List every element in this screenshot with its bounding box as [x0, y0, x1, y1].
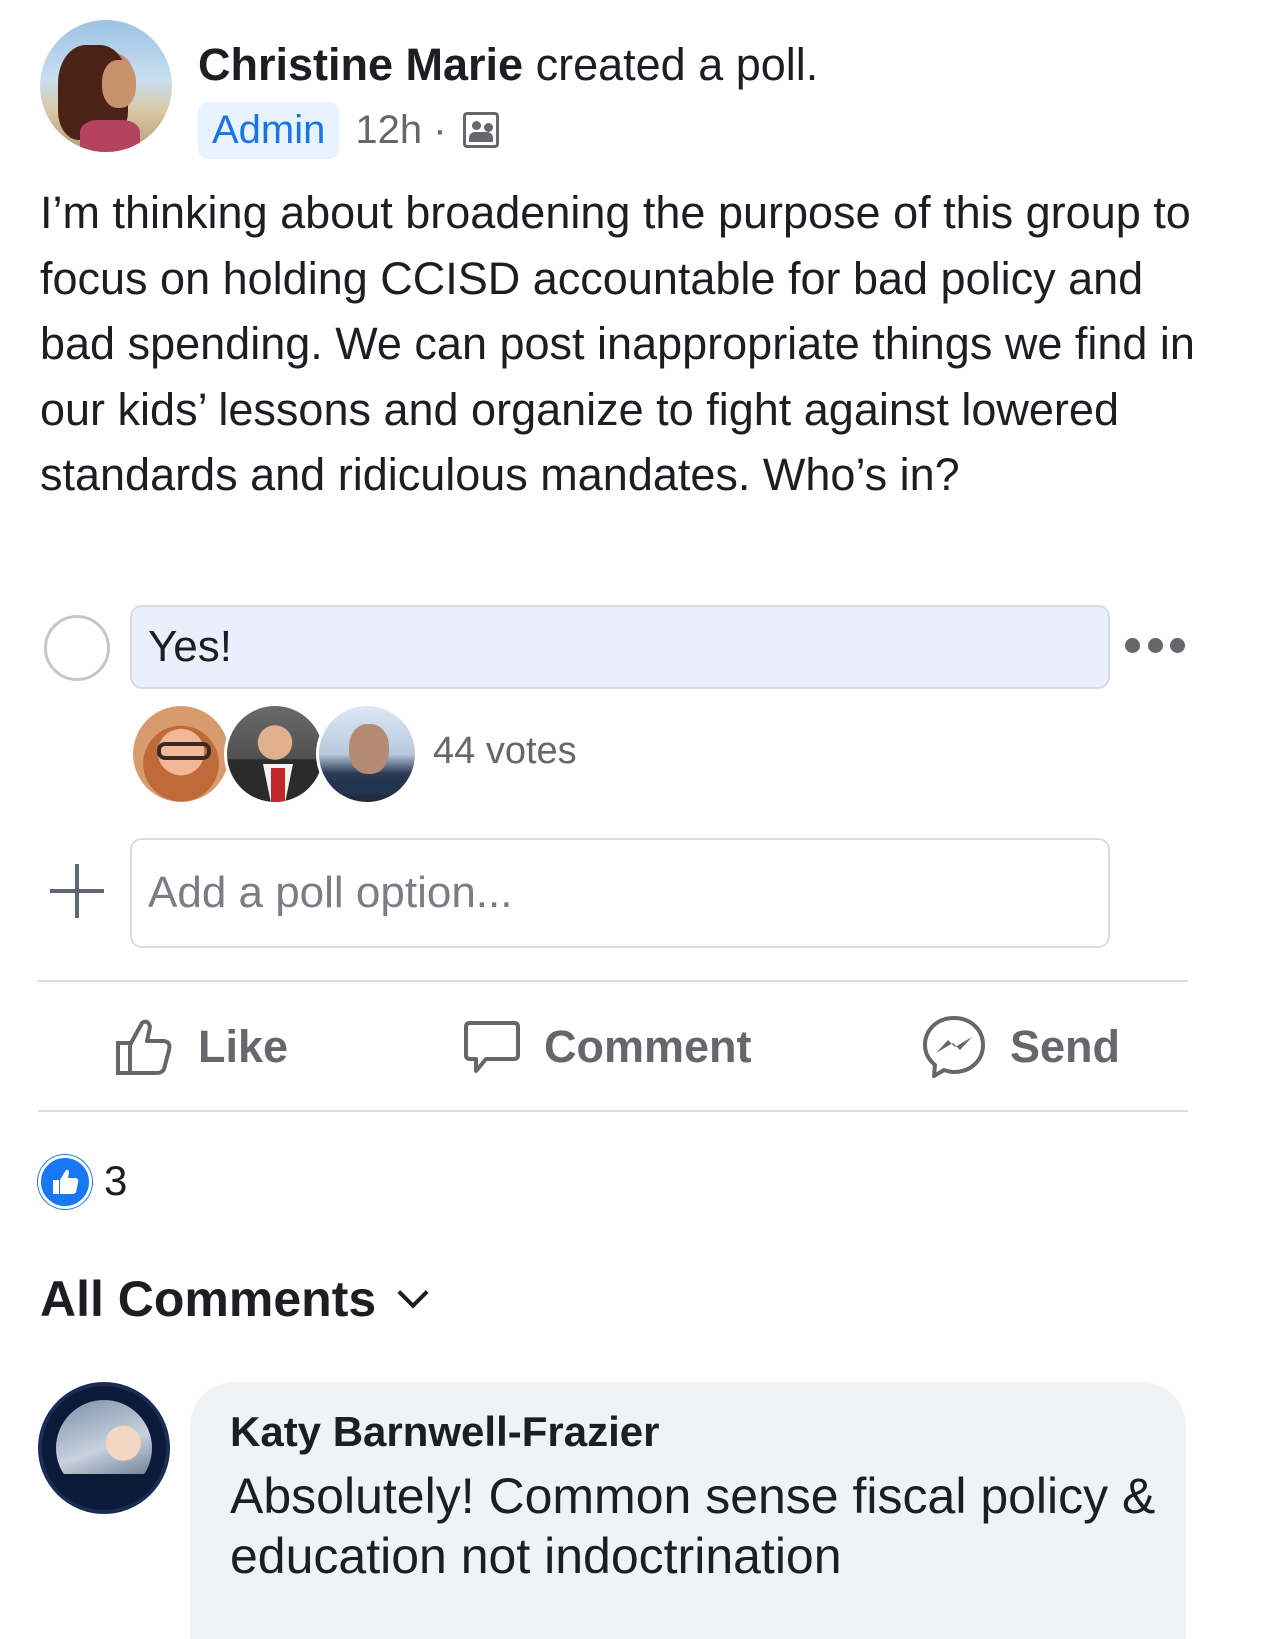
divider	[38, 1110, 1188, 1112]
poll-option-radio[interactable]	[44, 615, 110, 681]
voter-avatar[interactable]	[316, 703, 418, 805]
comments-header: All Comments	[40, 1271, 377, 1327]
post-meta: Admin 12h ·	[198, 98, 499, 162]
comments-sort-dropdown[interactable]: All Comments	[40, 1270, 429, 1328]
poll-option[interactable]: Yes!	[130, 605, 1110, 689]
group-privacy-icon	[462, 112, 499, 148]
votes-count[interactable]: 44 votes	[433, 730, 577, 773]
post-time[interactable]: 12h ·	[355, 108, 446, 153]
send-label: Send	[1010, 1021, 1121, 1072]
post-author-line: Christine Marie created a poll.	[198, 38, 818, 92]
comment-bubble-icon	[462, 1017, 522, 1077]
like-button[interactable]: Like	[112, 1012, 288, 1082]
chevron-down-icon	[397, 1277, 429, 1309]
post-action-text: created a poll.	[523, 39, 819, 90]
more-options-icon[interactable]	[1125, 625, 1185, 665]
author-avatar[interactable]	[40, 20, 172, 152]
comment-author[interactable]: Katy Barnwell-Frazier	[230, 1408, 659, 1456]
thumbs-up-icon	[112, 1015, 176, 1079]
comment-bubble: Katy Barnwell-Frazier Absolutely! Common…	[190, 1382, 1186, 1639]
post-text: I’m thinking about broadening the purpos…	[40, 187, 1195, 500]
voter-avatar[interactable]	[224, 703, 326, 805]
like-label: Like	[198, 1021, 289, 1072]
author-name[interactable]: Christine Marie	[198, 39, 523, 90]
comment-text: Absolutely! Common sense fiscal policy &…	[230, 1468, 1156, 1584]
reaction-count[interactable]: 3	[104, 1157, 127, 1205]
add-poll-option-input[interactable]: Add a poll option...	[130, 838, 1110, 948]
admin-badge: Admin	[198, 101, 340, 159]
send-button[interactable]: Send	[920, 1012, 1120, 1082]
comment-label: Comment	[544, 1021, 752, 1072]
comment-button[interactable]: Comment	[462, 1012, 752, 1082]
divider	[38, 980, 1188, 982]
voter-avatar[interactable]	[130, 703, 232, 805]
commenter-avatar[interactable]	[38, 1382, 170, 1514]
plus-icon[interactable]	[50, 864, 104, 918]
messenger-icon	[920, 1013, 988, 1081]
like-reaction-icon[interactable]	[38, 1155, 92, 1209]
